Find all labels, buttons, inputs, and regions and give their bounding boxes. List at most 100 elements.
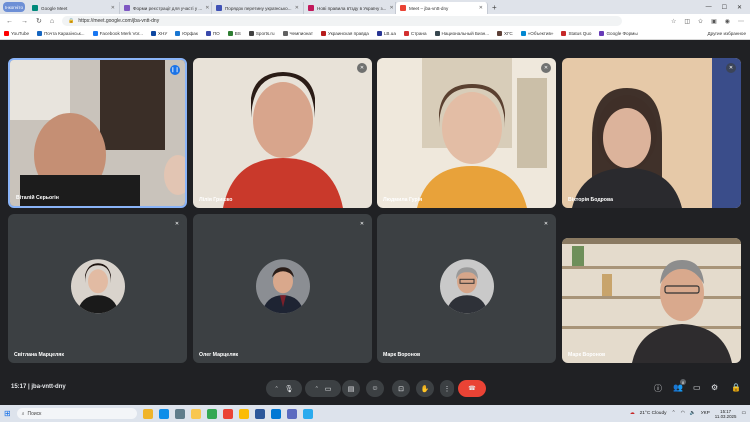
close-icon[interactable]: ✕	[389, 5, 393, 11]
bookmark-favicon	[175, 31, 181, 36]
browser-toolbar: ☆ ◫ ✩ ▣ ◉ ⋯	[671, 18, 744, 25]
chat-icon[interactable]: ▭	[693, 383, 701, 392]
present-button[interactable]: ⊡	[392, 380, 410, 397]
edge-icon[interactable]	[158, 408, 169, 419]
mic-muted-icon: ✕	[726, 63, 736, 73]
bookmark-favicon	[434, 31, 440, 36]
chrome-icon[interactable]	[222, 408, 233, 419]
chrome-icon[interactable]	[206, 408, 217, 419]
language-indicator[interactable]: УКР	[701, 411, 710, 416]
close-icon[interactable]: ✕	[111, 5, 115, 11]
forward-icon[interactable]: →	[21, 18, 28, 25]
word-icon[interactable]	[254, 408, 265, 419]
mic-muted-icon: ✕	[541, 219, 551, 229]
tab-4[interactable]: Нові правила в'їзду в Україну з... ✕	[304, 2, 396, 14]
bookmark-item[interactable]: Юрфак	[175, 31, 198, 36]
notifications-icon[interactable]: ▭	[741, 411, 746, 416]
profile-icon[interactable]: ◉	[725, 18, 730, 25]
bookmark-item[interactable]: Чемпионат	[282, 31, 313, 36]
tab-1[interactable]: Google Meet ✕	[28, 2, 120, 14]
bookmark-item[interactable]: Facebook Merk Vor...	[92, 31, 143, 36]
address-bar-row: ← → ↻ ⌂ 🔒 https://meet.google.com/jba-vn…	[0, 14, 750, 28]
favorites-icon[interactable]: ✩	[698, 18, 703, 25]
bookmark-favicon	[282, 31, 288, 36]
participant-tile[interactable]: ✕ Вікторія Бодрова	[562, 58, 741, 208]
maximize-icon[interactable]: ☐	[722, 4, 727, 11]
participant-name: Людмила Гурія	[383, 197, 423, 203]
bookmark-item[interactable]: ПО	[205, 31, 220, 36]
new-tab-button[interactable]: +	[488, 3, 501, 12]
network-icon[interactable]: ◠	[681, 411, 685, 416]
file-explorer-icon[interactable]	[190, 408, 201, 419]
captions-button[interactable]: ▤	[342, 380, 360, 397]
back-icon[interactable]: ←	[6, 18, 13, 25]
bookmark-favicon	[248, 31, 254, 36]
bookmark-item[interactable]: Sports.ru	[248, 31, 275, 36]
app-icon[interactable]	[286, 408, 297, 419]
url-field[interactable]: 🔒 https://meet.google.com/jba-vntt-dny	[62, 16, 623, 26]
chevron-up-icon[interactable]: ⌃	[672, 411, 676, 416]
participant-tile[interactable]: ✕ Лілія Гришко	[193, 58, 372, 208]
collections-icon[interactable]: ▣	[711, 18, 717, 25]
minimize-icon[interactable]: —	[706, 4, 712, 11]
participant-tile[interactable]: ✕ Людмила Гурія	[377, 58, 556, 208]
star-icon[interactable]: ☆	[671, 18, 676, 25]
window-controls: — ☐ ✕	[706, 4, 750, 11]
close-icon[interactable]: ✕	[205, 5, 209, 11]
weather-icon: ☁	[629, 411, 635, 416]
bookmark-item[interactable]: «Объектив»	[520, 31, 553, 36]
settings-icon[interactable]	[174, 408, 185, 419]
tab-3[interactable]: Порядок перетину українсько... ✕	[212, 2, 304, 14]
volume-icon[interactable]: 🔈	[690, 411, 696, 416]
bookmark-favicon	[37, 31, 43, 36]
close-icon[interactable]: ✕	[295, 5, 299, 11]
participant-tile[interactable]: ❙❙ Віталій Серьогін	[8, 58, 187, 208]
profile-button[interactable]: Інкогніто	[3, 2, 25, 12]
close-window-icon[interactable]: ✕	[737, 4, 742, 11]
tab-5[interactable]: Meet – jba-vntt-dny ✕	[396, 2, 488, 14]
raise-hand-button[interactable]: ✋	[416, 380, 434, 397]
more-options-button[interactable]: ⋮	[440, 380, 454, 397]
bookmark-item[interactable]: Status Quo	[561, 31, 591, 36]
participant-tile[interactable]: Марк Воронов	[562, 238, 741, 363]
split-screen-icon[interactable]: ◫	[684, 18, 690, 25]
other-bookmarks-folder[interactable]: Другие избранное	[707, 31, 746, 36]
close-icon[interactable]: ✕	[479, 5, 483, 11]
tab-2[interactable]: Форми реєстрації для участі у ... ✕	[120, 2, 212, 14]
bookmark-item[interactable]: BS	[227, 31, 241, 36]
mail-icon[interactable]	[270, 408, 281, 419]
bookmark-item[interactable]: Украинская правда	[320, 31, 369, 36]
info-icon[interactable]: ⓘ	[654, 383, 662, 394]
audio-options-button[interactable]: ⌃ 🎙	[266, 380, 302, 397]
leave-call-button[interactable]: ☎	[458, 380, 486, 397]
present-screen-icon: ⊡	[398, 385, 404, 393]
home-icon[interactable]: ⌂	[50, 18, 54, 25]
bookmark-item[interactable]: ХНУ	[150, 31, 167, 36]
people-icon[interactable]: 👥 8	[673, 379, 686, 392]
participant-tile[interactable]: ✕ Марк Воронов	[377, 214, 556, 363]
bookmark-item[interactable]: Почта Каразінськ...	[37, 31, 85, 36]
bookmark-item[interactable]: YouTube	[4, 31, 29, 36]
more-icon[interactable]: ⋯	[738, 18, 744, 25]
emoji-button[interactable]: ☺	[366, 380, 384, 397]
bookmark-item[interactable]: LB.ua	[376, 31, 396, 36]
participant-video	[562, 238, 741, 363]
windows-start-icon[interactable]: ⊞	[4, 409, 11, 418]
chrome-icon[interactable]	[238, 408, 249, 419]
taskbar-search[interactable]: ⌕ Поиск	[16, 408, 137, 419]
copilot-icon[interactable]	[142, 408, 153, 419]
bookmark-favicon	[561, 31, 567, 36]
host-controls-icon[interactable]: 🔒	[731, 383, 741, 392]
participant-name: Світлана Марцеляк	[14, 352, 64, 358]
bookmark-item[interactable]: Национальный Бизн...	[434, 31, 489, 36]
participant-tile[interactable]: ✕ Олег Марцеляк	[193, 214, 372, 363]
telegram-icon[interactable]	[302, 408, 313, 419]
reload-icon[interactable]: ↻	[36, 17, 42, 25]
activities-icon[interactable]: ⚙	[711, 383, 718, 392]
taskbar-clock[interactable]: 15:17 11.03.2025	[715, 409, 737, 419]
bookmark-item[interactable]: Страна	[403, 31, 427, 36]
bookmark-item[interactable]: Google Формы	[599, 31, 638, 36]
participant-tile[interactable]: ✕ Світлана Марцеляк	[8, 214, 187, 363]
bookmark-item[interactable]: ХГС	[497, 31, 513, 36]
video-options-button[interactable]: ⌃ ▭	[305, 380, 341, 397]
